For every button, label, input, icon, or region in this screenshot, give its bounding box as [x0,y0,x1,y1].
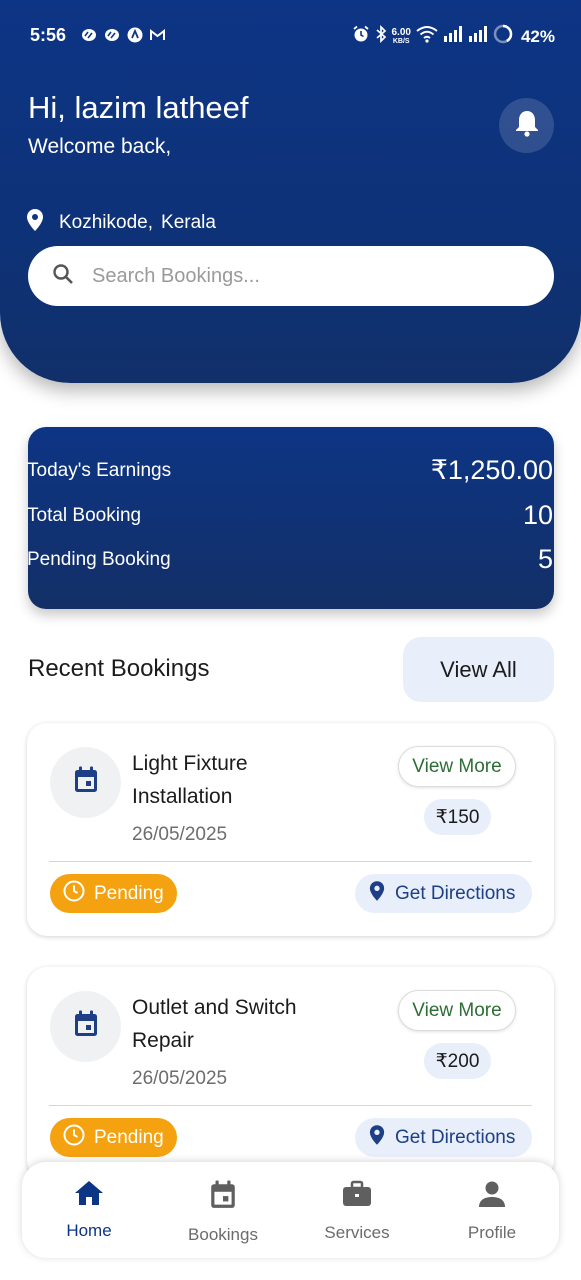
view-more-button[interactable]: View More [398,746,516,787]
divider [49,861,532,862]
bell-icon [514,109,540,142]
total-booking-row: Total Booking 10 [27,500,553,531]
briefcase-icon [342,1180,372,1213]
divider [49,1105,532,1106]
person-icon [478,1180,506,1213]
signal-icon [443,25,463,48]
nav-label-services: Services [324,1223,390,1242]
pending-booking-row: Pending Booking 5 [27,544,553,575]
system-status-icons: 6.00 KB/S 42% [352,24,555,49]
notification-icons [80,26,166,43]
pending-booking-value: 5 [537,544,553,574]
get-directions-label: Get Directions [395,1126,516,1148]
location-pin-icon [369,880,395,908]
gmail-icon [149,26,166,43]
clock-icon [62,879,94,909]
location-pin-icon [26,208,59,238]
status-bar: 5:56 6.00 KB/S 42% [0,0,581,70]
network-speed-unit: KB/S [392,37,410,45]
app-notification-icon [126,26,143,43]
location-pin-icon [369,1124,395,1152]
earnings-label: Today's Earnings [27,459,172,481]
greeting: Hi, lazim latheef [28,90,249,125]
calendar-icon [209,1180,237,1215]
get-directions-label: Get Directions [395,882,516,904]
nav-item-profile[interactable]: Profile [437,1180,547,1243]
app-notification-icon [103,26,120,43]
booking-title: Outlet and Switch Repair [132,996,297,1052]
status-badge: Pending [50,1118,177,1157]
status-label: Pending [94,882,164,904]
clock-icon [62,1123,94,1153]
nav-label-bookings: Bookings [188,1225,258,1244]
total-booking-label: Total Booking [27,504,142,526]
recent-bookings-title: Recent Bookings [28,655,210,682]
search-icon [52,263,74,290]
booking-icon-circle [50,991,121,1062]
status-label: Pending [94,1126,164,1148]
total-booking-value: 10 [522,500,553,530]
nav-label-home: Home [66,1221,112,1240]
nav-label-profile: Profile [467,1223,517,1242]
nav-item-services[interactable]: Services [302,1180,412,1243]
calendar-icon [73,1010,99,1043]
search-input[interactable] [92,264,512,288]
booking-icon-circle [50,747,121,818]
battery-percentage: 42% [520,26,555,46]
app-notification-icon [80,26,97,43]
network-speed: 6.00 KB/S [391,26,411,46]
view-more-button[interactable]: View More [398,990,516,1031]
booking-price: ₹150 [424,799,491,835]
view-all-button[interactable]: View All [403,637,554,702]
header: 5:56 6.00 KB/S 42% Hi, lazim latheef Wel… [0,0,581,383]
location: Kozhikode, Kerala [26,208,216,238]
get-directions-button[interactable]: Get Directions [355,874,532,913]
status-time: 5:56 [30,25,67,45]
notifications-button[interactable] [499,98,554,153]
location-city: Kozhikode, [59,212,154,233]
nav-item-home[interactable]: Home [34,1180,144,1241]
bottom-navigation: Home Bookings Services Profile [22,1162,559,1258]
bluetooth-icon [375,24,387,48]
welcome-text: Welcome back, [28,135,172,158]
search-bar[interactable] [28,246,554,306]
home-icon [74,1180,104,1211]
booking-date: 26/05/2025 [132,824,228,845]
status-badge: Pending [50,874,177,913]
alarm-icon [352,25,370,48]
network-speed-value: 6.00 [391,26,411,38]
nav-item-bookings[interactable]: Bookings [168,1180,278,1245]
booking-card[interactable]: Outlet and Switch Repair 26/05/2025 View… [27,967,554,1180]
booking-date: 26/05/2025 [132,1068,228,1089]
signal-icon [468,25,488,48]
home-screen: 5:56 6.00 KB/S 42% Hi, lazim latheef Wel… [0,0,581,1280]
battery-icon [493,24,513,49]
booking-card[interactable]: Light Fixture Installation 26/05/2025 Vi… [27,723,554,936]
get-directions-button[interactable]: Get Directions [355,1118,532,1157]
booking-title: Light Fixture Installation [132,752,248,808]
wifi-icon [416,25,438,48]
calendar-icon [73,766,99,799]
pending-booking-label: Pending Booking [27,548,171,570]
earnings-value: ₹1,250.00 [430,455,553,485]
earnings-row: Today's Earnings ₹1,250.00 [27,455,553,486]
location-state: Kerala [161,212,216,233]
booking-price: ₹200 [424,1043,491,1079]
